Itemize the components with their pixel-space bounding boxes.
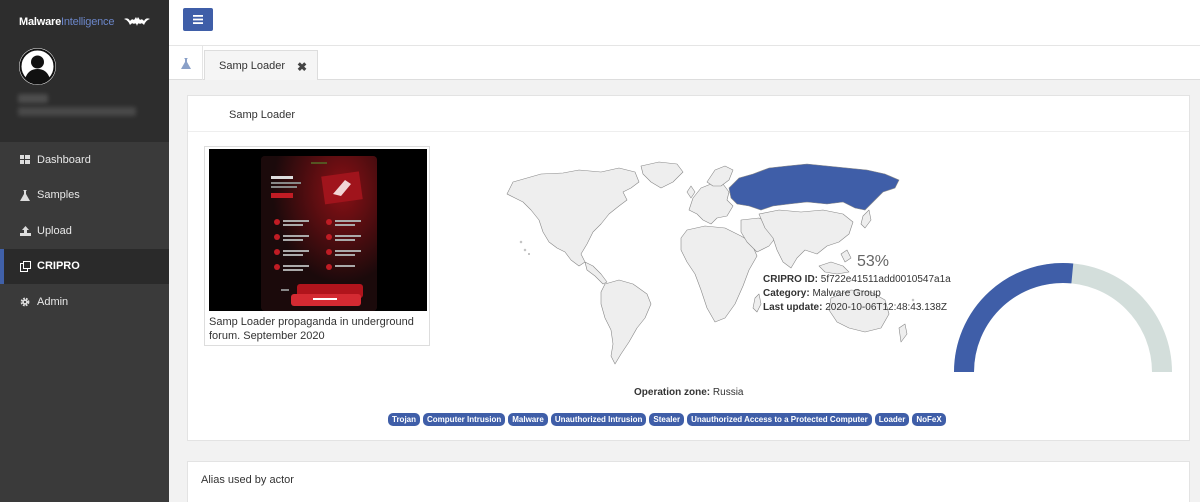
- sidebar-item-label: Samples: [37, 189, 80, 202]
- user-email-redacted: [18, 107, 136, 116]
- avatar[interactable]: [19, 48, 56, 85]
- sidebar-item-label: Upload: [37, 224, 72, 237]
- tag-list: Trojan Computer Intrusion Malware Unauth…: [388, 413, 946, 426]
- sidebar-item-admin[interactable]: Admin: [0, 284, 169, 320]
- cripro-id-row: CRIPRO ID: 5f722e41511add0010547a1a: [763, 273, 951, 287]
- tag-unauthorized-access[interactable]: Unauthorized Access to a Protected Compu…: [687, 413, 872, 426]
- copy-icon: [19, 260, 31, 272]
- grid-icon: [19, 154, 31, 166]
- sidebar-item-label: CRIPRO: [37, 260, 80, 273]
- phone-screenshot-image: [261, 156, 377, 311]
- sidebar-item-upload[interactable]: Upload: [0, 213, 169, 249]
- last-update-label: Last update:: [763, 302, 823, 313]
- sidebar-nav: Dashboard Samples Upload CRIPRO Admin: [0, 142, 169, 320]
- sidebar-item-cripro[interactable]: CRIPRO: [0, 248, 169, 284]
- cripro-id-value: 5f722e41511add0010547a1a: [820, 274, 951, 285]
- sidebar-header: MalwareIntelligence: [0, 0, 169, 142]
- operation-zone-value: Russia: [712, 387, 744, 398]
- close-icon[interactable]: ✖: [297, 60, 307, 74]
- cripro-meta: CRIPRO ID: 5f722e41511add0010547a1a Cate…: [763, 273, 951, 315]
- menu-toggle-button[interactable]: [183, 8, 213, 31]
- bat-logo-icon: [124, 17, 150, 26]
- propaganda-thumbnail[interactable]: Samp Loader propaganda in underground fo…: [204, 146, 430, 346]
- sidebar-item-dashboard[interactable]: Dashboard: [0, 142, 169, 178]
- operation-zone-label: Operation zone:: [634, 387, 711, 398]
- tab-samp-loader[interactable]: Samp Loader ✖: [204, 50, 318, 80]
- sidebar-item-label: Dashboard: [37, 153, 91, 166]
- user-name-redacted: [18, 94, 48, 103]
- tag-unauthorized-intrusion[interactable]: Unauthorized Intrusion: [550, 413, 647, 426]
- gear-icon: [19, 296, 31, 308]
- tag-loader[interactable]: Loader: [874, 413, 910, 426]
- category-row: Category: Malware Group: [763, 287, 951, 301]
- tag-nofex[interactable]: NoFeX: [912, 413, 946, 426]
- operation-zone: Operation zone: Russia: [634, 387, 743, 398]
- hamburger-icon: [193, 15, 203, 24]
- sidebar-item-label: Admin: [37, 295, 69, 308]
- brand-name-part2: Intelligence: [61, 16, 115, 28]
- upload-icon: [19, 225, 31, 237]
- sidebar: MalwareIntelligence Dashboard Samples Up…: [0, 0, 169, 502]
- sidebar-item-samples[interactable]: Samples: [0, 178, 169, 214]
- score-gauge: [954, 260, 1172, 372]
- card-title: Samp Loader: [229, 109, 296, 121]
- tag-trojan[interactable]: Trojan: [388, 413, 421, 426]
- gauge-percent: 53%: [857, 253, 890, 270]
- last-update-value: 2020-10-06T12:48:43.138Z: [825, 302, 947, 313]
- flask-icon[interactable]: [169, 46, 203, 80]
- top-bar: [169, 0, 1200, 46]
- category-label: Category:: [763, 288, 810, 299]
- divider: [188, 131, 1189, 132]
- image-caption: Samp Loader propaganda in underground fo…: [209, 316, 414, 342]
- gauge-chart: [954, 263, 1172, 372]
- tag-malware[interactable]: Malware: [508, 413, 548, 426]
- tab-label: Samp Loader: [219, 59, 286, 72]
- brand-name-part1: Malware: [19, 16, 62, 28]
- tag-stealer[interactable]: Stealer: [649, 413, 685, 426]
- alias-card: Alias used by actor: [187, 461, 1190, 502]
- tag-computer-intrusion[interactable]: Computer Intrusion: [423, 413, 506, 426]
- category-value: Malware Group: [812, 288, 881, 299]
- gauge-track: [954, 263, 1172, 372]
- actor-card: Samp Loader Samp Loader propaganda in un…: [187, 95, 1190, 441]
- tab-bar: Samp Loader ✖: [169, 46, 1200, 80]
- alias-card-title: Alias used by actor: [201, 474, 294, 486]
- last-update-row: Last update: 2020-10-06T12:48:43.138Z: [763, 301, 951, 315]
- cripro-id-label: CRIPRO ID:: [763, 274, 818, 285]
- brand-logo[interactable]: MalwareIntelligence: [19, 16, 114, 28]
- flask-icon: [19, 189, 31, 201]
- propaganda-image[interactable]: [209, 149, 427, 311]
- gauge-fill: [954, 263, 1074, 372]
- user-icon: [19, 48, 56, 85]
